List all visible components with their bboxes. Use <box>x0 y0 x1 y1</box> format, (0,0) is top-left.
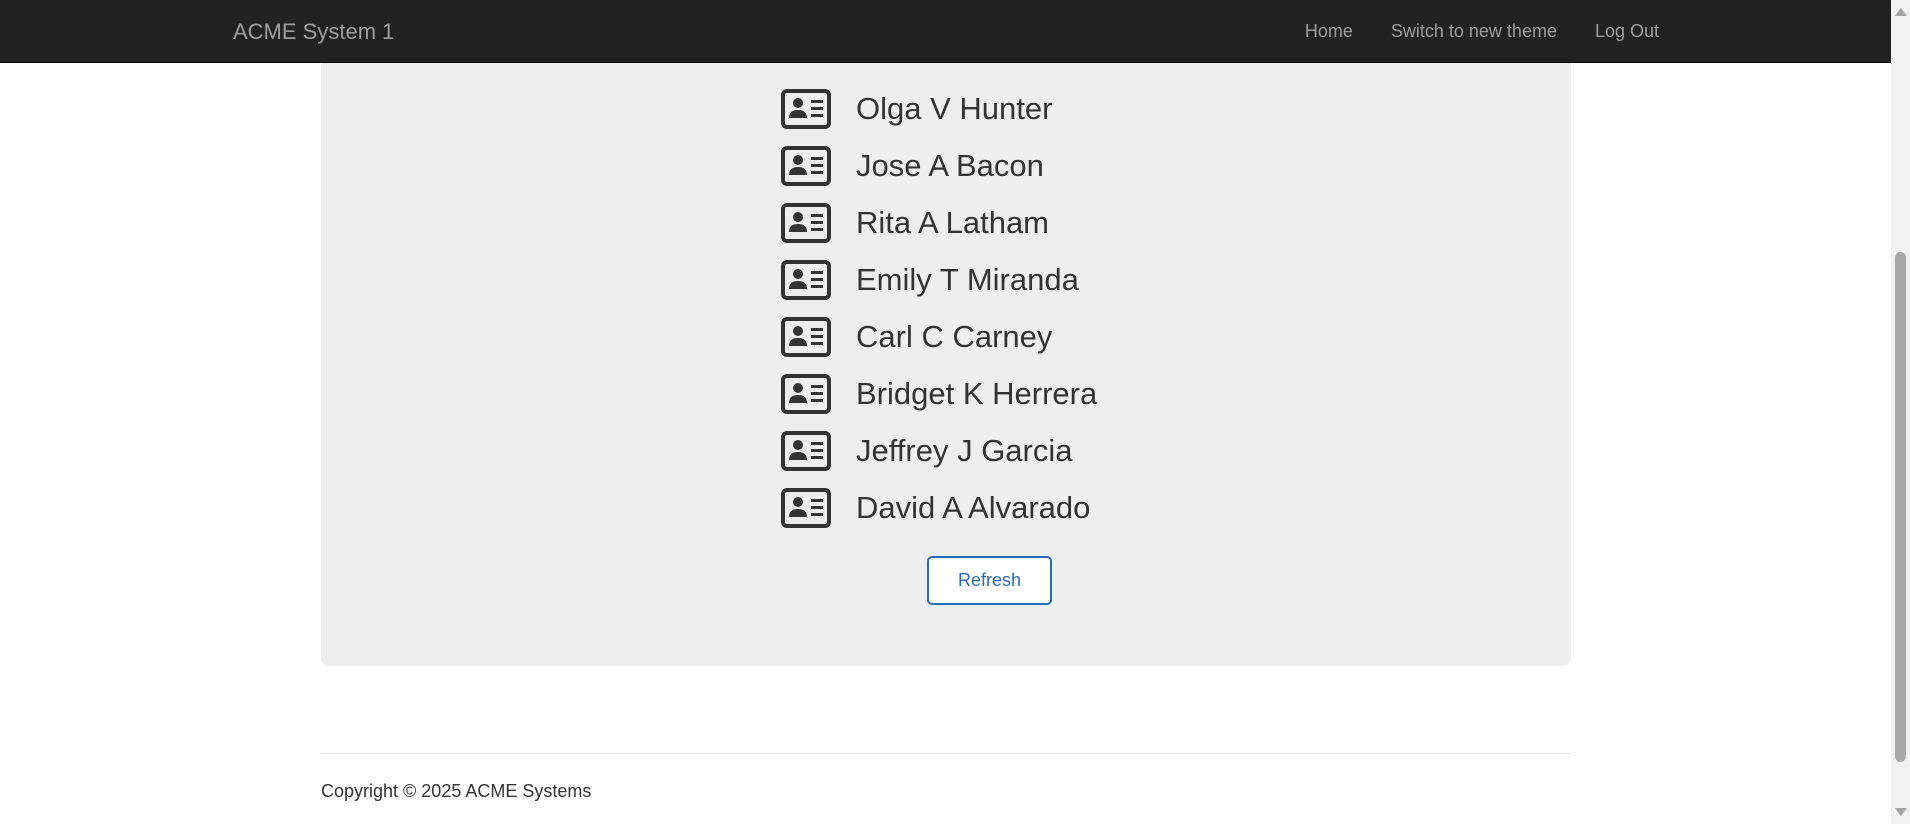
id-card-icon <box>781 88 831 129</box>
person-item: Jose A Bacon <box>781 137 1097 194</box>
person-name: Carl C Carney <box>856 318 1053 354</box>
nav-logout-link[interactable]: Log Out <box>1595 21 1659 42</box>
footer-copyright: Copyright © 2025 ACME Systems <box>321 781 592 801</box>
person-item: Rita A Latham <box>781 194 1097 251</box>
id-card-icon <box>781 316 831 357</box>
person-name: Jose A Bacon <box>856 147 1044 183</box>
person-item: Olga V Hunter <box>781 80 1097 137</box>
refresh-button[interactable]: Refresh <box>927 556 1052 605</box>
vertical-scrollbar[interactable] <box>1891 0 1910 824</box>
nav-switch-theme-link[interactable]: Switch to new theme <box>1391 21 1557 42</box>
person-name: Jeffrey J Garcia <box>856 432 1073 468</box>
scroll-down-arrow-icon[interactable] <box>1895 808 1907 816</box>
scroll-up-arrow-icon[interactable] <box>1895 8 1907 16</box>
id-card-icon <box>781 145 831 186</box>
footer-divider <box>321 753 1571 754</box>
person-item: Emily T Miranda <box>781 251 1097 308</box>
person-name: Emily T Miranda <box>856 261 1079 297</box>
person-item: Carl C Carney <box>781 308 1097 365</box>
person-item: David A Alvarado <box>781 479 1097 536</box>
person-name: Olga V Hunter <box>856 90 1053 126</box>
people-list: Olga V Hunter Jose A Bacon Rita A Latham <box>781 80 1097 536</box>
person-name: David A Alvarado <box>856 489 1091 525</box>
nav-home-link[interactable]: Home <box>1305 21 1353 42</box>
top-navbar: ACME System 1 Home Switch to new theme L… <box>0 0 1891 63</box>
person-name: Bridget K Herrera <box>856 375 1098 411</box>
id-card-icon <box>781 430 831 471</box>
person-name: Rita A Latham <box>856 204 1050 240</box>
brand-link[interactable]: ACME System 1 <box>233 19 394 45</box>
nav-links: Home Switch to new theme Log Out <box>1305 21 1659 42</box>
scroll-thumb[interactable] <box>1895 252 1906 762</box>
id-card-icon <box>781 487 831 528</box>
person-item: Jeffrey J Garcia <box>781 422 1097 479</box>
id-card-icon <box>781 373 831 414</box>
id-card-icon <box>781 202 831 243</box>
id-card-icon <box>781 259 831 300</box>
person-item: Bridget K Herrera <box>781 365 1097 422</box>
